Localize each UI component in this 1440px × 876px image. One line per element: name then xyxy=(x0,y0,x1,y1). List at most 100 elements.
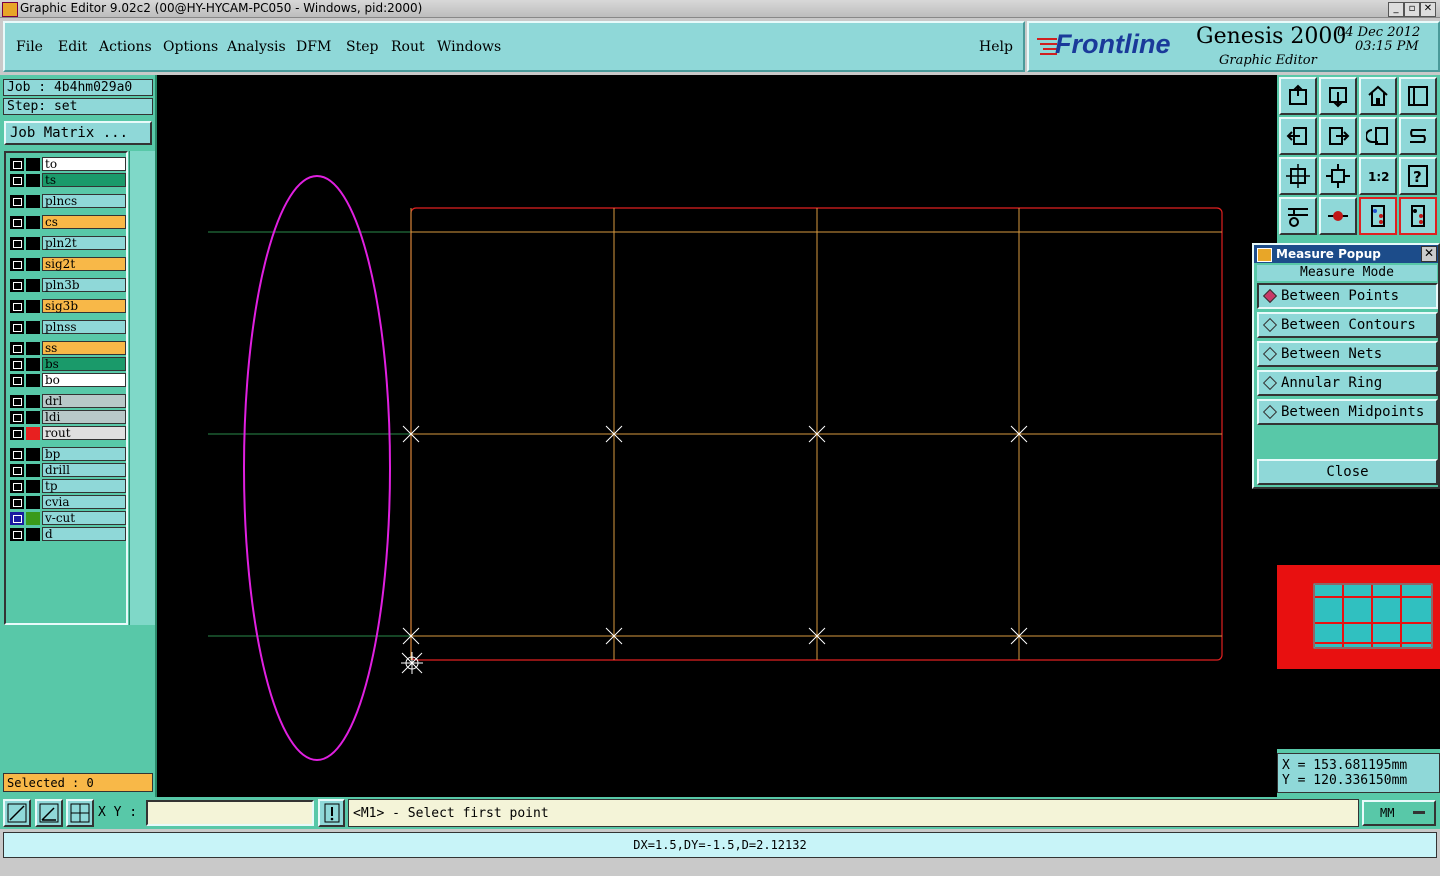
zoom-in-icon[interactable] xyxy=(1279,157,1317,195)
xy-input[interactable] xyxy=(146,800,314,826)
zoom-fit-icon[interactable] xyxy=(1319,77,1357,115)
grid-icon[interactable] xyxy=(66,799,94,827)
layer-checkbox[interactable] xyxy=(10,358,24,371)
layer-checkbox[interactable] xyxy=(10,395,24,408)
mode-annular-ring[interactable]: Annular Ring xyxy=(1257,370,1438,396)
layer-checkbox[interactable] xyxy=(10,195,24,208)
close-icon[interactable]: ✕ xyxy=(1421,246,1437,262)
graphic-canvas[interactable] xyxy=(157,75,1277,797)
layer-color-swatch xyxy=(26,512,40,525)
net-compare-icon[interactable] xyxy=(1399,197,1437,235)
angle-icon[interactable] xyxy=(35,799,63,827)
menu-dfm[interactable]: DFM xyxy=(296,39,331,55)
layer-checkbox[interactable] xyxy=(10,464,24,477)
layer-row[interactable]: cvia xyxy=(8,495,126,509)
layer-row[interactable]: v-cut xyxy=(8,511,126,525)
layer-checkbox[interactable] xyxy=(10,496,24,509)
menu-analysis[interactable]: Analysis xyxy=(227,39,286,55)
menu-rout[interactable]: Rout xyxy=(391,39,425,55)
layer-checkbox[interactable] xyxy=(10,237,24,250)
layer-color-swatch xyxy=(26,174,40,187)
mode-between-points[interactable]: Between Points xyxy=(1257,283,1438,309)
layer-row[interactable]: ss xyxy=(8,341,126,355)
layer-row[interactable]: tp xyxy=(8,479,126,493)
measure-icon[interactable] xyxy=(3,799,31,827)
job-matrix-button[interactable]: Job Matrix ... xyxy=(4,121,152,145)
layer-row[interactable]: sig2t xyxy=(8,257,126,271)
layer-checkbox[interactable] xyxy=(10,528,24,541)
close-window-button[interactable]: ✕ xyxy=(1420,2,1436,17)
layer-row[interactable]: drill xyxy=(8,463,126,477)
layer-checkbox[interactable] xyxy=(10,216,24,229)
menu-options[interactable]: Options xyxy=(163,39,218,55)
home-icon[interactable] xyxy=(1359,77,1397,115)
zoom-home-icon[interactable] xyxy=(1279,77,1317,115)
layer-checkbox[interactable] xyxy=(10,411,24,424)
menu-actions[interactable]: Actions xyxy=(99,39,152,55)
layer-row[interactable]: d xyxy=(8,527,126,541)
popup-close-button[interactable]: Close xyxy=(1257,459,1438,485)
layer-checkbox[interactable] xyxy=(10,258,24,271)
units-selector[interactable]: MM xyxy=(1362,800,1436,826)
menu-edit[interactable]: Edit xyxy=(58,39,87,55)
redo-view-icon[interactable] xyxy=(1399,117,1437,155)
layer-scrollbar[interactable] xyxy=(129,151,155,625)
layer-row[interactable]: plncs xyxy=(8,194,126,208)
help-icon[interactable]: ? xyxy=(1399,157,1437,195)
layer-row[interactable]: plnss xyxy=(8,320,126,334)
layer-checkbox[interactable] xyxy=(10,321,24,334)
layer-row[interactable]: pln2t xyxy=(8,236,126,250)
mode-between-midpoints[interactable]: Between Midpoints xyxy=(1257,399,1438,425)
maximize-button[interactable]: ▫ xyxy=(1404,2,1420,17)
popup-titlebar[interactable]: Measure Popup ✕ xyxy=(1254,245,1438,263)
layer-checkbox[interactable] xyxy=(10,512,24,525)
layer-checkbox[interactable] xyxy=(10,342,24,355)
layer-color-swatch xyxy=(26,411,40,424)
alert-icon[interactable] xyxy=(318,799,345,827)
overview-map[interactable] xyxy=(1277,489,1440,749)
mode-between-nets[interactable]: Between Nets xyxy=(1257,341,1438,367)
mode-between-contours[interactable]: Between Contours xyxy=(1257,312,1438,338)
layer-row[interactable]: sig3b xyxy=(8,299,126,313)
layer-row[interactable]: ldi xyxy=(8,410,126,424)
bottom-bar: X Y : <M1> - Select first point MM xyxy=(0,797,1440,829)
layer-checkbox[interactable] xyxy=(10,480,24,493)
layer-row[interactable]: bp xyxy=(8,447,126,461)
menu-file[interactable]: File xyxy=(16,39,43,55)
menu-step[interactable]: Step xyxy=(346,39,378,55)
pan-right-icon[interactable] xyxy=(1319,117,1357,155)
layer-color-swatch xyxy=(26,448,40,461)
layer-checkbox[interactable] xyxy=(10,174,24,187)
layer-checkbox[interactable] xyxy=(10,427,24,440)
window-icon[interactable] xyxy=(1399,77,1437,115)
layer-checkbox[interactable] xyxy=(10,300,24,313)
net-icon[interactable] xyxy=(1359,197,1397,235)
snap-icon[interactable] xyxy=(1319,197,1357,235)
left-panel: Job : 4b4hm029a0 Step: set Job Matrix ..… xyxy=(0,75,157,797)
layer-row[interactable]: bo xyxy=(8,373,126,387)
menu-windows[interactable]: Windows xyxy=(437,39,501,55)
layer-name: sig3b xyxy=(42,299,126,313)
app-icon xyxy=(2,2,18,17)
layer-checkbox[interactable] xyxy=(10,279,24,292)
zoom-out-icon[interactable] xyxy=(1319,157,1357,195)
layer-row[interactable]: to xyxy=(8,157,126,171)
layer-row[interactable]: pln3b xyxy=(8,278,126,292)
tools-icon[interactable] xyxy=(1279,197,1317,235)
layer-row[interactable]: drl xyxy=(8,394,126,408)
layer-checkbox[interactable] xyxy=(10,374,24,387)
layer-row[interactable]: rout xyxy=(8,426,126,440)
undo-view-icon[interactable] xyxy=(1359,117,1397,155)
minimize-button[interactable]: _ xyxy=(1388,2,1404,17)
layer-name: cvia xyxy=(42,495,126,509)
layer-checkbox[interactable] xyxy=(10,448,24,461)
menu-help[interactable]: Help xyxy=(979,39,1013,55)
popup-title: Measure Popup xyxy=(1276,247,1381,261)
layer-row[interactable]: bs xyxy=(8,357,126,371)
pan-left-icon[interactable] xyxy=(1279,117,1317,155)
scale-1-2-icon[interactable]: 1:2 xyxy=(1359,157,1397,195)
layer-row[interactable]: cs xyxy=(8,215,126,229)
layer-row[interactable]: ts xyxy=(8,173,126,187)
layer-checkbox[interactable] xyxy=(10,158,24,171)
date-display: 04 Dec 2012 xyxy=(1337,25,1421,40)
